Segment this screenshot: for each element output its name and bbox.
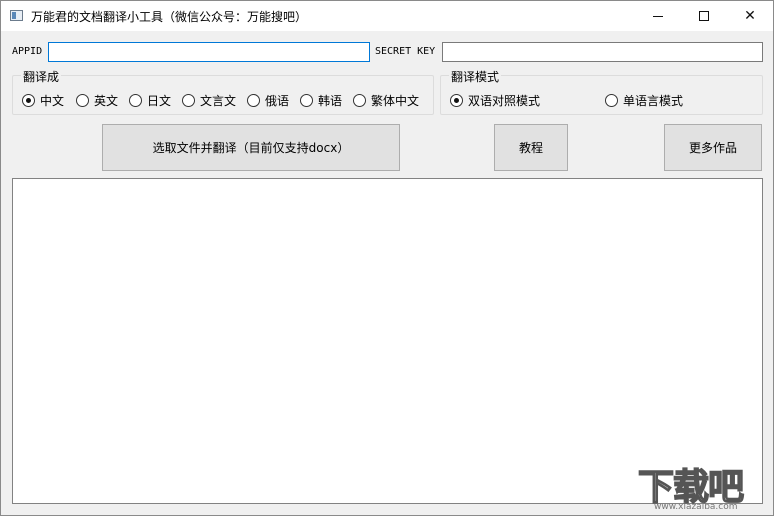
radio-mode-monolingual-indicator[interactable] — [605, 94, 618, 107]
tutorial-button[interactable]: 教程 — [494, 124, 568, 171]
radio-lang-ru[interactable]: 俄语 — [247, 92, 289, 109]
radio-lang-zh-label: 中文 — [40, 94, 65, 108]
target-language-title: 翻译成 — [21, 68, 62, 85]
radio-lang-classical-indicator[interactable] — [182, 94, 195, 107]
window-title: 万能君的文档翻译小工具（微信公众号：万能搜吧） — [31, 10, 308, 24]
appid-input[interactable] — [48, 42, 370, 62]
radio-lang-ru-indicator[interactable] — [247, 94, 260, 107]
radio-lang-ru-label: 俄语 — [265, 94, 290, 108]
radio-lang-ko-indicator[interactable] — [300, 94, 313, 107]
radio-lang-ja[interactable]: 日文 — [129, 92, 171, 109]
radio-lang-zh[interactable]: 中文 — [22, 92, 64, 109]
output-textarea[interactable] — [12, 178, 763, 504]
secret-key-input[interactable] — [442, 42, 763, 62]
close-button[interactable]: ✕ — [727, 1, 773, 31]
radio-mode-bilingual-indicator[interactable] — [450, 94, 463, 107]
radio-lang-en-indicator[interactable] — [76, 94, 89, 107]
select-file-translate-button[interactable]: 选取文件并翻译（目前仅支持docx） — [102, 124, 400, 171]
radio-lang-ko[interactable]: 韩语 — [300, 92, 342, 109]
target-language-group: 翻译成 中文 英文 日文 文言文 俄语 韩语 繁体中文 — [12, 68, 434, 115]
radio-mode-bilingual-label: 双语对照模式 — [468, 94, 541, 108]
more-works-button[interactable]: 更多作品 — [664, 124, 762, 171]
radio-lang-zh-indicator[interactable] — [22, 94, 35, 107]
close-icon: ✕ — [744, 8, 756, 24]
radio-lang-ja-label: 日文 — [147, 94, 172, 108]
radio-mode-monolingual[interactable]: 单语言模式 — [605, 92, 683, 109]
radio-lang-ko-label: 韩语 — [318, 94, 343, 108]
minimize-icon — [653, 15, 663, 17]
radio-lang-zh-tw[interactable]: 繁体中文 — [353, 92, 419, 109]
radio-lang-en-label: 英文 — [94, 94, 119, 108]
radio-lang-en[interactable]: 英文 — [76, 92, 118, 109]
radio-lang-zh-tw-label: 繁体中文 — [371, 94, 420, 108]
secret-key-label: SECRET KEY — [375, 46, 436, 57]
maximize-icon — [699, 11, 709, 21]
minimize-button[interactable] — [635, 1, 681, 31]
radio-mode-bilingual[interactable]: 双语对照模式 — [450, 92, 540, 109]
appid-label: APPID — [12, 46, 43, 57]
radio-lang-zh-tw-indicator[interactable] — [353, 94, 366, 107]
translation-mode-title: 翻译模式 — [449, 68, 502, 85]
app-window: 万能君的文档翻译小工具（微信公众号：万能搜吧） ✕ APPID SECRET K… — [0, 0, 774, 516]
app-window-icon — [10, 10, 23, 21]
title-bar[interactable]: 万能君的文档翻译小工具（微信公众号：万能搜吧） ✕ — [1, 1, 773, 31]
maximize-button[interactable] — [681, 1, 727, 31]
radio-lang-ja-indicator[interactable] — [129, 94, 142, 107]
radio-lang-classical-label: 文言文 — [200, 94, 237, 108]
translation-mode-group: 翻译模式 双语对照模式 单语言模式 — [440, 68, 763, 115]
radio-lang-classical[interactable]: 文言文 — [182, 92, 236, 109]
radio-mode-monolingual-label: 单语言模式 — [623, 94, 684, 108]
